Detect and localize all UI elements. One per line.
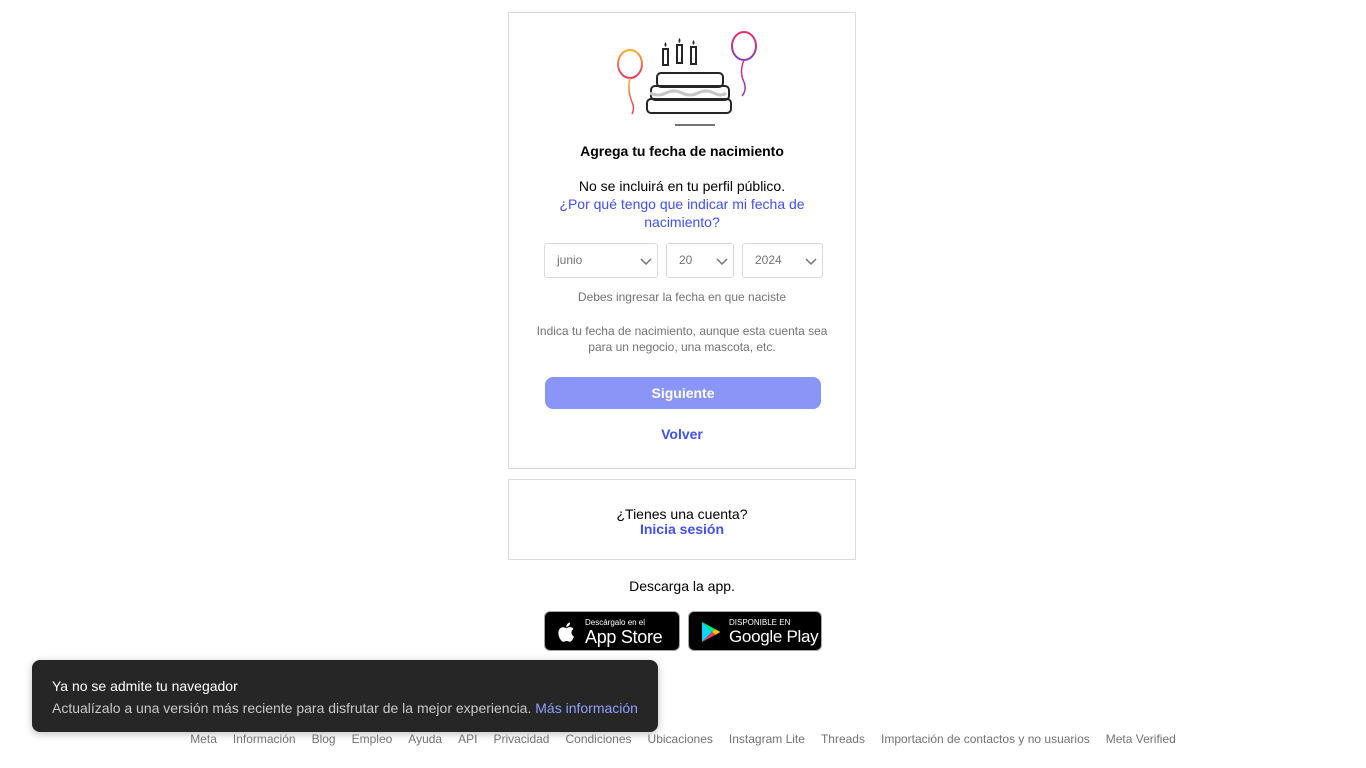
toast-body-text: Actualízalo a una versión más reciente p… — [52, 700, 532, 716]
footer-link-threads[interactable]: Threads — [821, 732, 865, 746]
footer-link-terms[interactable]: Condiciones — [565, 732, 631, 746]
birthday-helper-text: Debes ingresar la fecha en que naciste — [577, 290, 787, 304]
birthday-note: Indica tu fecha de nacimiento, aunque es… — [536, 324, 828, 354]
next-button[interactable]: Siguiente — [545, 377, 821, 409]
footer-link-instagram-lite[interactable]: Instagram Lite — [729, 732, 805, 746]
footer-link-meta-verified[interactable]: Meta Verified — [1106, 732, 1176, 746]
privacy-note: No se incluirá en tu perfil público. — [578, 178, 786, 194]
app-store-button[interactable]: Descárgalo en el App Store — [544, 611, 680, 651]
footer-link-privacy[interactable]: Privacidad — [493, 732, 549, 746]
footer-link-blog[interactable]: Blog — [312, 732, 336, 746]
chevron-down-icon — [716, 258, 728, 266]
why-birthday-link[interactable]: ¿Por qué tengo que indicar mi fecha de n… — [549, 195, 815, 231]
footer-link-meta[interactable]: Meta — [190, 732, 217, 746]
day-select-value: 20 — [679, 253, 693, 267]
footer-link-contact-uploading[interactable]: Importación de contactos y no usuarios — [881, 732, 1090, 746]
footer-link-locations[interactable]: Ubicaciones — [648, 732, 713, 746]
google-play-icon — [702, 622, 721, 642]
chevron-down-icon — [640, 258, 652, 266]
month-select[interactable]: junio — [544, 243, 658, 278]
google-play-big-text: Google Play — [729, 627, 819, 646]
chevron-down-icon — [805, 258, 817, 266]
apple-icon — [558, 622, 574, 642]
toast-title: Ya no se admite tu navegador — [52, 678, 238, 694]
birthday-card: Agrega tu fecha de nacimiento No se incl… — [508, 12, 856, 469]
year-select[interactable]: 2024 — [742, 243, 823, 278]
day-select[interactable]: 20 — [666, 243, 734, 278]
footer-link-about[interactable]: Información — [233, 732, 296, 746]
app-store-big-text: App Store — [585, 627, 663, 647]
footer-links: Meta Información Blog Empleo Ayuda API Privaci… — [0, 731, 1366, 747]
year-select-value: 2024 — [755, 253, 782, 267]
footer-link-jobs[interactable]: Empleo — [352, 732, 393, 746]
back-link[interactable]: Volver — [509, 425, 855, 443]
footer-link-help[interactable]: Ayuda — [408, 732, 442, 746]
month-select-value: junio — [557, 253, 583, 267]
toast-body: Actualízalo a una versión más reciente p… — [52, 699, 638, 717]
get-app-text: Descarga la app. — [629, 578, 735, 594]
unsupported-browser-toast: Ya no se admite tu navegador Actualízalo… — [32, 660, 658, 732]
login-link[interactable]: Inicia sesión — [509, 521, 855, 538]
google-play-button[interactable]: DISPONIBLE EN Google Play — [688, 611, 822, 651]
footer-link-api[interactable]: API — [458, 732, 477, 746]
login-prompt-card: ¿Tienes una cuenta? Inicia sesión — [508, 479, 856, 560]
more-info-link[interactable]: Más información — [535, 700, 638, 716]
birthday-cake-illustration — [617, 31, 757, 126]
page-title: Agrega tu fecha de nacimiento — [580, 143, 784, 159]
